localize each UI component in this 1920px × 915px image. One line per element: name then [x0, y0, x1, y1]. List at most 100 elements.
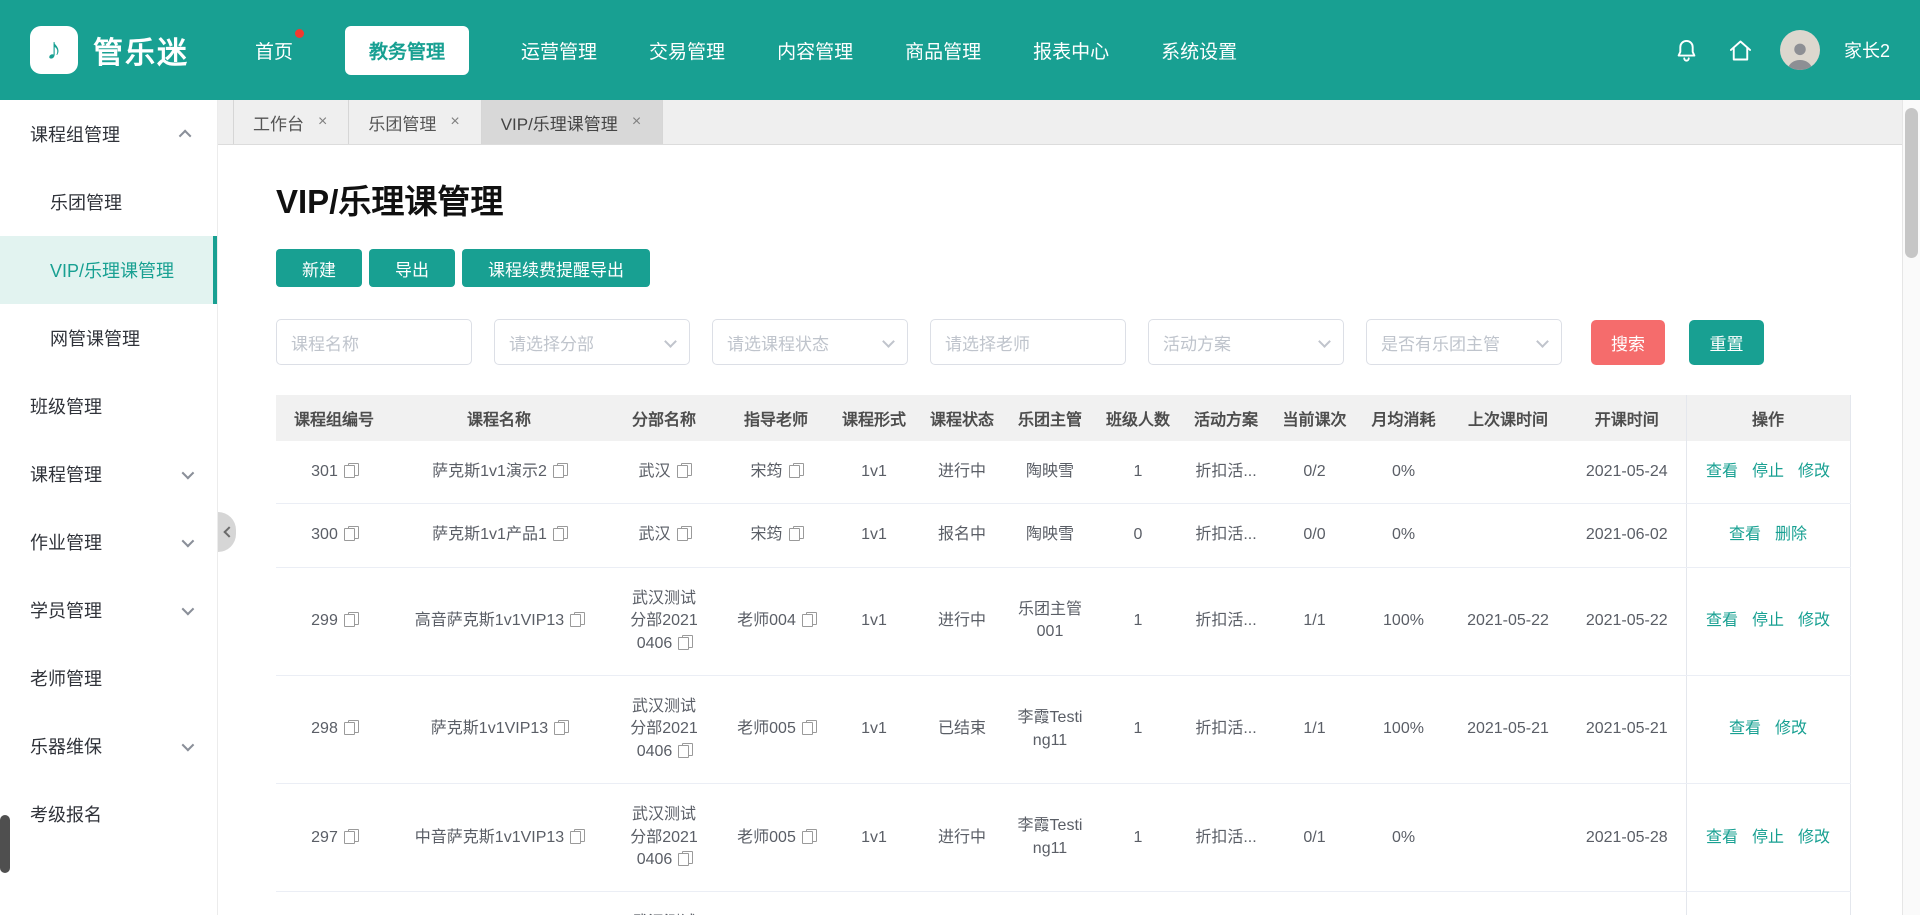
- sidebar-item[interactable]: 乐器维保: [0, 712, 217, 780]
- sidebar-item[interactable]: 作业管理: [0, 508, 217, 576]
- copy-icon[interactable]: [553, 463, 566, 478]
- table-cell: [918, 892, 1006, 915]
- op-link[interactable]: 停止: [1752, 829, 1784, 846]
- page-title: VIP/乐理课管理: [276, 175, 1900, 223]
- copy-icon[interactable]: [554, 720, 567, 735]
- filter-select-2[interactable]: 请选课程状态: [712, 319, 908, 365]
- table-cell: 299: [276, 567, 392, 675]
- table-cell: 1v1: [830, 441, 918, 504]
- copy-icon[interactable]: [677, 526, 690, 541]
- user-name[interactable]: 家长2: [1844, 37, 1890, 63]
- table-cell: 0%: [1359, 441, 1448, 504]
- tab-1[interactable]: 乐团管理×: [349, 100, 481, 144]
- cell-text: 299: [311, 612, 357, 629]
- nav-item-6[interactable]: 报表中心: [1033, 26, 1109, 75]
- op-link[interactable]: 修改: [1775, 720, 1807, 737]
- search-button[interactable]: 搜索: [1591, 320, 1665, 365]
- op-link[interactable]: 修改: [1798, 829, 1830, 846]
- tab-0[interactable]: 工作台×: [233, 100, 349, 144]
- copy-icon[interactable]: [344, 463, 357, 478]
- sidebar-item[interactable]: 课程组管理: [0, 100, 217, 168]
- copy-icon[interactable]: [344, 612, 357, 627]
- home-icon[interactable]: [1726, 35, 1756, 65]
- copy-icon[interactable]: [677, 463, 690, 478]
- op-link[interactable]: 查看: [1729, 526, 1761, 543]
- op-link[interactable]: 查看: [1706, 463, 1738, 480]
- table-cell: 武汉测试分部20210406: [606, 567, 722, 675]
- sidebar-item[interactable]: 班级管理: [0, 372, 217, 440]
- copy-icon[interactable]: [789, 526, 802, 541]
- copy-icon[interactable]: [802, 829, 815, 844]
- filter-input-3[interactable]: 请选择老师: [930, 319, 1126, 365]
- op-link[interactable]: 修改: [1798, 463, 1830, 480]
- copy-icon[interactable]: [802, 720, 815, 735]
- cell-text: 进行中: [938, 463, 986, 480]
- nav-item-7[interactable]: 系统设置: [1161, 26, 1237, 75]
- filter-select-4[interactable]: 活动方案: [1148, 319, 1344, 365]
- copy-icon[interactable]: [802, 612, 815, 627]
- sidebar-item[interactable]: 老师管理: [0, 644, 217, 712]
- op-link[interactable]: 删除: [1775, 526, 1807, 543]
- table-cell: 297: [276, 784, 392, 892]
- op-link[interactable]: 查看: [1729, 720, 1761, 737]
- sidebar-item[interactable]: 考级报名: [0, 780, 217, 848]
- action-button-2[interactable]: 课程续费提醒导出: [462, 249, 650, 287]
- sidebar-item[interactable]: 乐团管理: [0, 168, 217, 236]
- table-cell: [276, 892, 392, 915]
- avatar[interactable]: [1780, 30, 1820, 70]
- nav-item-3[interactable]: 交易管理: [649, 26, 725, 75]
- table-cell-ops: [1686, 892, 1850, 915]
- copy-icon[interactable]: [678, 851, 691, 866]
- copy-icon[interactable]: [570, 612, 583, 627]
- op-link[interactable]: 修改: [1798, 612, 1830, 629]
- action-button-0[interactable]: 新建: [276, 249, 362, 287]
- op-link[interactable]: 停止: [1752, 463, 1784, 480]
- cell-text: 陶映雪: [1026, 526, 1074, 543]
- table-cell: 298: [276, 675, 392, 783]
- table-row: 武汉测试: [276, 892, 1850, 915]
- sidebar-scrollbar-thumb[interactable]: [0, 815, 10, 873]
- copy-icon[interactable]: [678, 635, 691, 650]
- copy-icon[interactable]: [678, 743, 691, 758]
- sidebar-item[interactable]: 学员管理: [0, 576, 217, 644]
- column-header: 开课时间: [1568, 395, 1686, 441]
- action-buttons: 新建导出课程续费提醒导出: [276, 249, 1900, 287]
- copy-icon[interactable]: [344, 829, 357, 844]
- table-row: 299高音萨克斯1v1VIP13武汉测试分部20210406老师0041v1进行…: [276, 567, 1850, 675]
- copy-icon[interactable]: [789, 463, 802, 478]
- sidebar-item[interactable]: 课程管理: [0, 440, 217, 508]
- close-icon[interactable]: ×: [630, 112, 643, 132]
- table-cell: [1568, 892, 1686, 915]
- bell-icon[interactable]: [1672, 35, 1702, 65]
- op-link[interactable]: 查看: [1706, 829, 1738, 846]
- sidebar-item[interactable]: 网管课管理: [0, 304, 217, 372]
- nav-item-4[interactable]: 内容管理: [777, 26, 853, 75]
- vertical-scrollbar[interactable]: [1902, 100, 1920, 915]
- copy-icon[interactable]: [553, 526, 566, 541]
- scrollbar-thumb[interactable]: [1905, 108, 1918, 258]
- nav-item-1[interactable]: 教务管理: [345, 26, 469, 75]
- nav-item-5[interactable]: 商品管理: [905, 26, 981, 75]
- chevron-down-icon: [182, 466, 195, 479]
- copy-icon[interactable]: [344, 526, 357, 541]
- table-cell: 陶映雪: [1006, 504, 1094, 567]
- cell-text: 298: [311, 720, 357, 737]
- cell-text: 武汉测试分部20210406: [626, 588, 702, 655]
- close-icon[interactable]: ×: [316, 112, 329, 132]
- op-link[interactable]: 停止: [1752, 612, 1784, 629]
- close-icon[interactable]: ×: [448, 112, 461, 132]
- copy-icon[interactable]: [570, 829, 583, 844]
- reset-button[interactable]: 重置: [1689, 320, 1764, 365]
- tab-2[interactable]: VIP/乐理课管理×: [482, 100, 663, 144]
- table-cell: 300: [276, 504, 392, 567]
- filter-select-1[interactable]: 请选择分部: [494, 319, 690, 365]
- sidebar-item[interactable]: VIP/乐理课管理: [0, 236, 217, 304]
- op-link[interactable]: 查看: [1706, 612, 1738, 629]
- action-button-1[interactable]: 导出: [369, 249, 455, 287]
- filter-input-0[interactable]: 课程名称: [276, 319, 472, 365]
- nav-item-0[interactable]: 首页: [255, 26, 293, 75]
- filter-select-5[interactable]: 是否有乐团主管: [1366, 319, 1562, 365]
- copy-icon[interactable]: [344, 720, 357, 735]
- column-header: 课程组编号: [276, 395, 392, 441]
- nav-item-2[interactable]: 运营管理: [521, 26, 597, 75]
